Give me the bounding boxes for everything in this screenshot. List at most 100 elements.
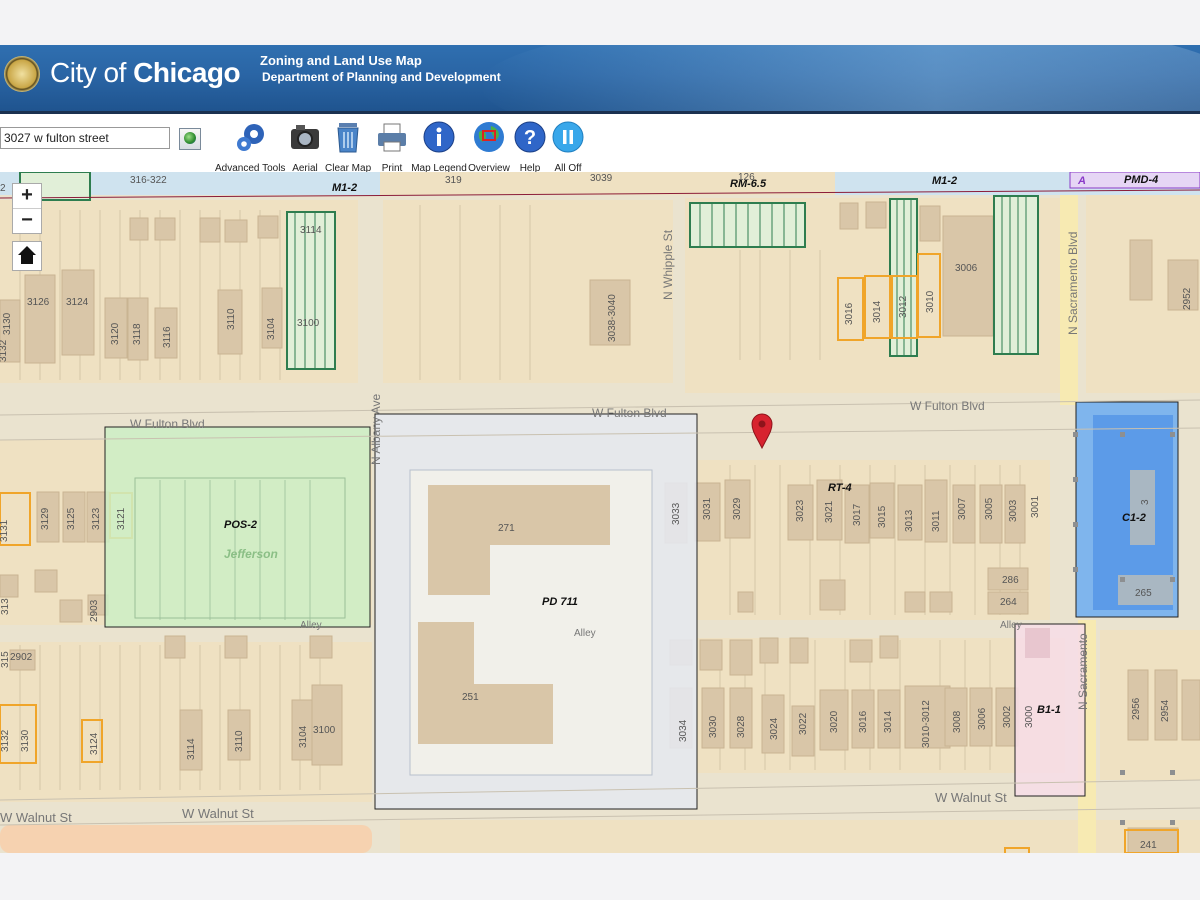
address-label: 3010-3012 (921, 700, 932, 748)
zoning-map[interactable]: W Fulton Blvd W Fulton Blvd W Fulton Blv… (0, 172, 1200, 853)
street-label-sacramento: N Sacramento (1076, 633, 1090, 710)
address-label: 3034 (678, 719, 689, 742)
address-label: 3118 (132, 323, 143, 345)
help-button[interactable]: ? Help (513, 120, 547, 174)
park-name-label: Jefferson (224, 547, 278, 561)
address-label: 3029 (732, 497, 743, 520)
clear-map-button[interactable]: Clear Map (325, 120, 371, 174)
app-title: Zoning and Land Use Map (260, 53, 422, 68)
pd711-building (428, 485, 490, 595)
address-label: 3014 (883, 710, 894, 733)
pause-icon (552, 121, 584, 153)
address-label: 2954 (1160, 699, 1171, 722)
street-label-walnut: W Walnut St (0, 810, 72, 825)
zone-label: B1-1 (1037, 704, 1061, 716)
parcel (380, 172, 680, 195)
address-label: 3104 (266, 317, 277, 340)
address-label: 286 (1002, 575, 1019, 586)
address-label: 3016 (858, 710, 869, 733)
address-label: 264 (1000, 597, 1017, 608)
map-legend-button[interactable]: Map Legend (410, 120, 468, 174)
address-label: 3014 (872, 300, 883, 323)
address-label: 265 (1135, 588, 1152, 599)
address-label: 2902 (10, 652, 33, 663)
zone-label: C1-2 (1122, 512, 1146, 524)
address-label: 3120 (110, 322, 121, 345)
address-label: 251 (462, 692, 479, 703)
zone-label: RT-4 (828, 482, 852, 494)
address-label: 271 (498, 523, 515, 534)
header-swoosh (480, 45, 1200, 111)
street-label-walnut: W Walnut St (935, 790, 1007, 805)
info-icon (423, 121, 455, 153)
zone-label: POS-2 (224, 519, 257, 531)
address-label: 3038-3040 (607, 294, 618, 342)
zone-label: PMD-4 (1124, 174, 1158, 186)
alley-label: Alley (574, 628, 596, 639)
address-label: 3124 (66, 297, 89, 308)
address-label: 3011 (931, 510, 942, 532)
pd711-building (418, 684, 553, 744)
address-label: 3126 (27, 297, 50, 308)
address-label: 241 (1140, 840, 1157, 851)
address-label: 3008 (952, 710, 963, 733)
street-label-whipple: N Whipple St (661, 229, 675, 300)
address-label: 2903 (89, 599, 100, 622)
address-label: 3015 (877, 505, 888, 528)
address-label: 3114 (186, 738, 197, 760)
address-label: 3033 (671, 502, 682, 525)
street-label-sacramento: N Sacramento Blvd (1066, 232, 1080, 335)
address-label: 3006 (955, 263, 978, 274)
print-button[interactable]: Print (374, 120, 410, 174)
zone-label: A (1077, 175, 1086, 187)
zoom-out-button[interactable]: − (13, 208, 41, 233)
zoom-in-button[interactable]: + (13, 184, 41, 208)
aerial-button[interactable]: Aerial (286, 120, 324, 174)
address-label: 2956 (1131, 697, 1142, 720)
address-label: 3104 (298, 725, 309, 748)
address-label: 3132 (0, 729, 11, 752)
address-label: 3006 (977, 707, 988, 730)
address-label: 3100 (297, 318, 320, 329)
address-label: 316-322 (130, 175, 167, 186)
city-title: City of Chicago (50, 57, 241, 88)
address-label: 3024 (769, 717, 780, 740)
app-header: City of Chicago Zoning and Land Use Map … (0, 45, 1200, 111)
address-label: 3110 (234, 730, 245, 752)
all-off-button[interactable]: All Off (551, 120, 585, 174)
address-label: 3130 (20, 729, 31, 752)
address-label: 3001 (1030, 495, 1041, 518)
advanced-tools-button[interactable]: Advanced Tools (215, 120, 285, 174)
address-search-input[interactable] (0, 127, 170, 149)
address-label: 3003 (1008, 499, 1019, 522)
address-label: 315 (0, 651, 11, 668)
address-label: 313 (0, 598, 11, 615)
address-label: 3039 (590, 173, 613, 184)
street-label-fulton: W Fulton Blvd (130, 417, 205, 431)
address-label: 3100 (313, 725, 336, 736)
gears-icon (237, 124, 264, 151)
department-name: Department of Planning and Development (262, 70, 501, 84)
zone-label: M1-2 (932, 175, 957, 187)
alley-label: Alley (1000, 620, 1022, 631)
home-icon[interactable] (12, 241, 42, 271)
address-label: 3 (1140, 499, 1151, 505)
address-label: 3114 (300, 225, 322, 236)
street-label-albany: N Albany Ave (369, 394, 383, 465)
address-label: 3132 (0, 339, 9, 362)
help-icon: ? (514, 121, 546, 153)
address-label: 3110 (226, 308, 237, 330)
overview-button[interactable]: Overview (468, 120, 510, 174)
address-label: 3022 (798, 712, 809, 735)
address-label: 2 (0, 183, 6, 194)
toolbar: Advanced Tools Aerial Clear Map Print Ma… (0, 114, 1200, 174)
camera-icon (291, 125, 319, 149)
address-label: 3010 (925, 290, 936, 313)
address-label: 3002 (1002, 705, 1013, 728)
city-seal-logo (4, 56, 40, 92)
search-button[interactable] (179, 128, 201, 150)
address-label: 3023 (795, 499, 806, 522)
globe-icon (474, 122, 504, 152)
address-label: 3030 (708, 715, 719, 738)
address-label: 3013 (904, 509, 915, 532)
